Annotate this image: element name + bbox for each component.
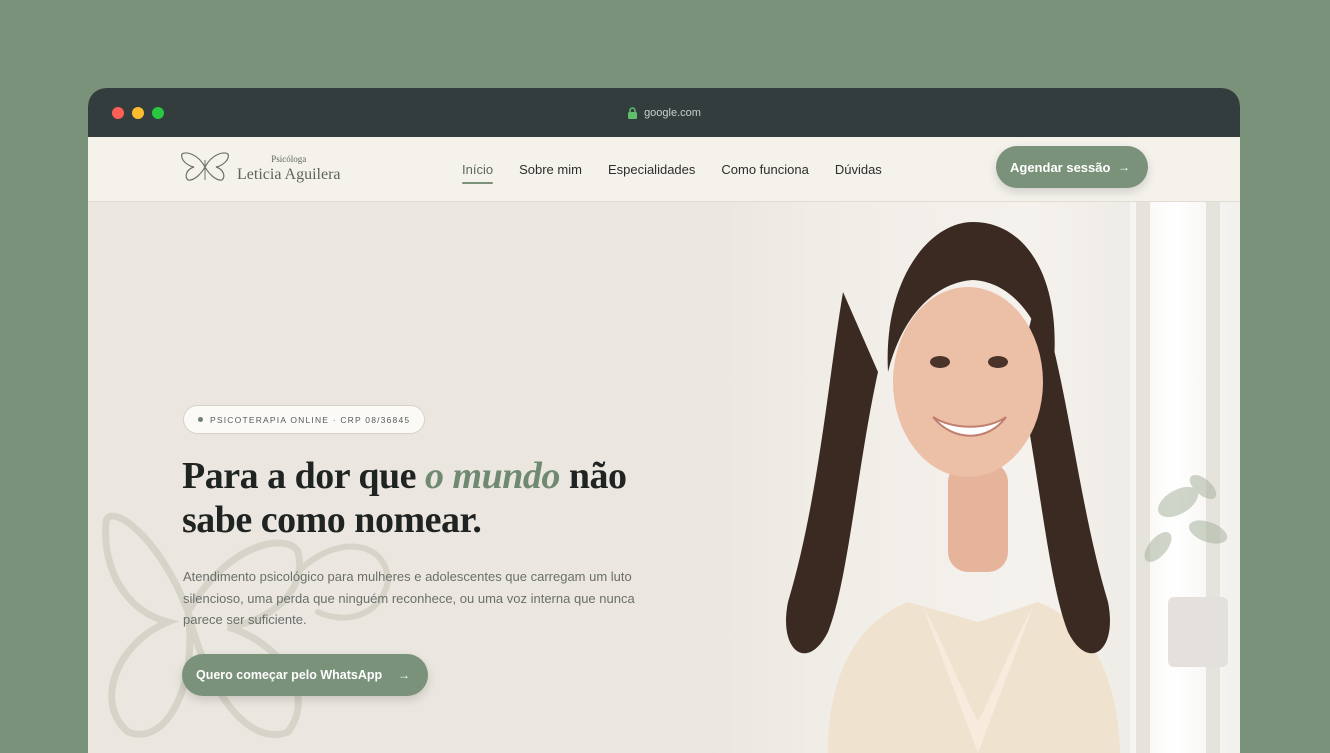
nav-link-sobre-mim[interactable]: Sobre mim — [519, 162, 582, 177]
badge-text: PSICOTERAPIA ONLINE · CRP 08/36845 — [210, 414, 411, 425]
nav-link-duvidas[interactable]: Dúvidas — [835, 162, 882, 177]
butterfly-logo-icon — [180, 151, 230, 187]
portrait-photo — [708, 202, 1240, 753]
browser-window: google.com Psicóloga Leticia Aguilera In… — [88, 88, 1240, 753]
whatsapp-button[interactable]: Quero começar pelo WhatsApp → — [182, 654, 428, 696]
logo-name: Leticia Aguilera — [237, 166, 341, 183]
whatsapp-button-label: Quero começar pelo WhatsApp — [196, 668, 383, 682]
arrow-right-icon: → — [1118, 160, 1130, 174]
url-text: google.com — [644, 106, 701, 119]
main-nav: Início Sobre mim Especialidades Como fun… — [462, 137, 908, 202]
schedule-session-label: Agendar sessão — [1010, 159, 1111, 175]
hero-section: PSICOTERAPIA ONLINE · CRP 08/36845 Para … — [88, 202, 1240, 753]
address-bar[interactable]: google.com — [88, 88, 1240, 137]
badge-dot-icon — [198, 417, 203, 422]
browser-titlebar: google.com — [88, 88, 1240, 137]
headline-accent: o mundo — [425, 455, 560, 497]
nav-link-inicio[interactable]: Início — [462, 162, 494, 184]
service-badge: PSICOTERAPIA ONLINE · CRP 08/36845 — [183, 405, 426, 434]
site-header: Psicóloga Leticia Aguilera Início Sobre … — [88, 137, 1240, 202]
headline-part-1: Para a dor que — [182, 455, 426, 497]
arrow-right-icon: → — [398, 668, 410, 682]
site-logo[interactable]: Psicóloga Leticia Aguilera — [180, 151, 341, 187]
hero-headline: Para a dor que o mundo não sabe como nom… — [182, 454, 702, 542]
hero-description: Atendimento psicológico para mulheres e … — [183, 569, 635, 627]
lock-icon — [627, 106, 638, 119]
schedule-session-button[interactable]: Agendar sessão → — [996, 146, 1148, 188]
nav-link-especialidades[interactable]: Especialidades — [608, 162, 695, 177]
plant-decoration — [786, 222, 1228, 753]
nav-link-como-funciona[interactable]: Como funciona — [721, 162, 808, 177]
logo-subtitle: Psicóloga — [271, 154, 307, 164]
